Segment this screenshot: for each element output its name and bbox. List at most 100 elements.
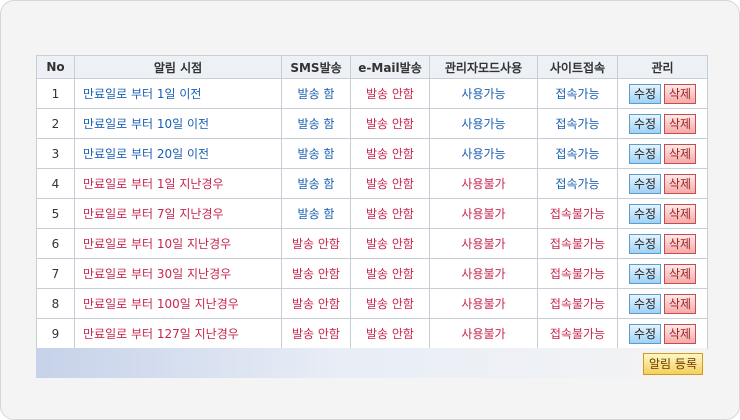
cell-sms-status: 발송 함 (281, 138, 351, 169)
cell-email-status: 발송 안함 (350, 198, 430, 229)
table-body: 1 만료일로 부터 1일 이전 발송 함 발송 안함 사용가능 접속가능 수정 삭제 2 만료일로… (36, 78, 708, 349)
cell-sms-status: 발송 안함 (281, 288, 351, 319)
cell-alert-time: 만료일로 부터 7일 지난경우 (74, 198, 282, 229)
cell-manage: 수정 삭제 (617, 198, 708, 229)
delete-button[interactable]: 삭제 (664, 263, 697, 284)
column-header-no: No (36, 55, 75, 79)
table-row: 6 만료일로 부터 10일 지난경우 발송 안함 발송 안함 사용불가 접속불가능 수정 삭제 (36, 228, 708, 259)
cell-no: 7 (36, 258, 75, 289)
register-alert-button[interactable]: 알림 등록 (643, 353, 703, 375)
edit-button[interactable]: 수정 (628, 263, 661, 284)
edit-button[interactable]: 수정 (628, 113, 661, 134)
cell-admin-mode: 사용불가 (429, 228, 538, 259)
cell-sms-status: 발송 안함 (281, 258, 351, 289)
cell-alert-time: 만료일로 부터 30일 지난경우 (74, 258, 282, 289)
cell-sms-status: 발송 안함 (281, 318, 351, 349)
cell-alert-time: 만료일로 부터 20일 이전 (74, 138, 282, 169)
cell-admin-mode: 사용불가 (429, 258, 538, 289)
cell-site-access: 접속가능 (537, 138, 618, 169)
delete-button[interactable]: 삭제 (664, 173, 697, 194)
cell-admin-mode: 사용불가 (429, 198, 538, 229)
edit-button[interactable]: 수정 (628, 233, 661, 254)
column-header-email: e-Mail발송 (350, 55, 430, 79)
table-footer-bar: 알림 등록 (36, 348, 707, 378)
column-header-site-access: 사이트접속 (537, 55, 618, 79)
table-row: 4 만료일로 부터 1일 지난경우 발송 함 발송 안함 사용불가 접속가능 수정 삭제 (36, 168, 708, 199)
cell-site-access: 접속불가능 (537, 318, 618, 349)
cell-email-status: 발송 안함 (350, 318, 430, 349)
cell-site-access: 접속불가능 (537, 288, 618, 319)
cell-alert-time: 만료일로 부터 10일 지난경우 (74, 228, 282, 259)
column-header-alert-time: 알림 시점 (74, 55, 282, 79)
cell-no: 3 (36, 138, 75, 169)
table-row: 8 만료일로 부터 100일 지난경우 발송 안함 발송 안함 사용불가 접속불가능 수정 삭… (36, 288, 708, 319)
cell-sms-status: 발송 함 (281, 108, 351, 139)
cell-site-access: 접속가능 (537, 78, 618, 109)
cell-site-access: 접속불가능 (537, 198, 618, 229)
table-row: 2 만료일로 부터 10일 이전 발송 함 발송 안함 사용가능 접속가능 수정 삭제 (36, 108, 708, 139)
delete-button[interactable]: 삭제 (664, 323, 697, 344)
content-panel: No 알림 시점 SMS발송 e-Mail발송 관리자모드사용 사이트접속 관리… (0, 0, 740, 420)
cell-manage: 수정 삭제 (617, 228, 708, 259)
cell-sms-status: 발송 안함 (281, 228, 351, 259)
edit-button[interactable]: 수정 (628, 293, 661, 314)
cell-admin-mode: 사용불가 (429, 288, 538, 319)
cell-admin-mode: 사용가능 (429, 78, 538, 109)
cell-email-status: 발송 안함 (350, 138, 430, 169)
cell-admin-mode: 사용불가 (429, 168, 538, 199)
cell-manage: 수정 삭제 (617, 138, 708, 169)
delete-button[interactable]: 삭제 (664, 143, 697, 164)
delete-button[interactable]: 삭제 (664, 233, 697, 254)
cell-email-status: 발송 안함 (350, 78, 430, 109)
cell-site-access: 접속가능 (537, 108, 618, 139)
column-header-sms: SMS발송 (281, 55, 351, 79)
cell-site-access: 접속불가능 (537, 258, 618, 289)
edit-button[interactable]: 수정 (628, 83, 661, 104)
edit-button[interactable]: 수정 (628, 323, 661, 344)
cell-alert-time: 만료일로 부터 1일 지난경우 (74, 168, 282, 199)
cell-no: 2 (36, 108, 75, 139)
alert-settings-table: No 알림 시점 SMS발송 e-Mail발송 관리자모드사용 사이트접속 관리… (36, 55, 708, 349)
table-row: 3 만료일로 부터 20일 이전 발송 함 발송 안함 사용가능 접속가능 수정 삭제 (36, 138, 708, 169)
cell-no: 9 (36, 318, 75, 349)
delete-button[interactable]: 삭제 (664, 203, 697, 224)
cell-no: 5 (36, 198, 75, 229)
cell-admin-mode: 사용가능 (429, 138, 538, 169)
delete-button[interactable]: 삭제 (664, 83, 697, 104)
cell-alert-time: 만료일로 부터 127일 지난경우 (74, 318, 282, 349)
cell-site-access: 접속가능 (537, 168, 618, 199)
cell-manage: 수정 삭제 (617, 258, 708, 289)
cell-email-status: 발송 안함 (350, 228, 430, 259)
cell-no: 8 (36, 288, 75, 319)
cell-alert-time: 만료일로 부터 1일 이전 (74, 78, 282, 109)
edit-button[interactable]: 수정 (628, 203, 661, 224)
column-header-admin-mode: 관리자모드사용 (429, 55, 538, 79)
table-row: 7 만료일로 부터 30일 지난경우 발송 안함 발송 안함 사용불가 접속불가능 수정 삭제 (36, 258, 708, 289)
cell-email-status: 발송 안함 (350, 288, 430, 319)
edit-button[interactable]: 수정 (628, 173, 661, 194)
delete-button[interactable]: 삭제 (664, 113, 697, 134)
cell-site-access: 접속불가능 (537, 228, 618, 259)
cell-no: 6 (36, 228, 75, 259)
cell-manage: 수정 삭제 (617, 288, 708, 319)
cell-email-status: 발송 안함 (350, 168, 430, 199)
edit-button[interactable]: 수정 (628, 143, 661, 164)
cell-manage: 수정 삭제 (617, 108, 708, 139)
cell-no: 1 (36, 78, 75, 109)
cell-alert-time: 만료일로 부터 10일 이전 (74, 108, 282, 139)
cell-no: 4 (36, 168, 75, 199)
cell-manage: 수정 삭제 (617, 78, 708, 109)
cell-admin-mode: 사용가능 (429, 108, 538, 139)
cell-email-status: 발송 안함 (350, 108, 430, 139)
cell-sms-status: 발송 함 (281, 168, 351, 199)
cell-manage: 수정 삭제 (617, 318, 708, 349)
cell-email-status: 발송 안함 (350, 258, 430, 289)
delete-button[interactable]: 삭제 (664, 293, 697, 314)
cell-admin-mode: 사용불가 (429, 318, 538, 349)
cell-sms-status: 발송 함 (281, 198, 351, 229)
cell-manage: 수정 삭제 (617, 168, 708, 199)
cell-alert-time: 만료일로 부터 100일 지난경우 (74, 288, 282, 319)
table-header-row: No 알림 시점 SMS발송 e-Mail발송 관리자모드사용 사이트접속 관리 (36, 55, 708, 79)
table-row: 9 만료일로 부터 127일 지난경우 발송 안함 발송 안함 사용불가 접속불가능 수정 삭… (36, 318, 708, 349)
column-header-manage: 관리 (617, 55, 708, 79)
